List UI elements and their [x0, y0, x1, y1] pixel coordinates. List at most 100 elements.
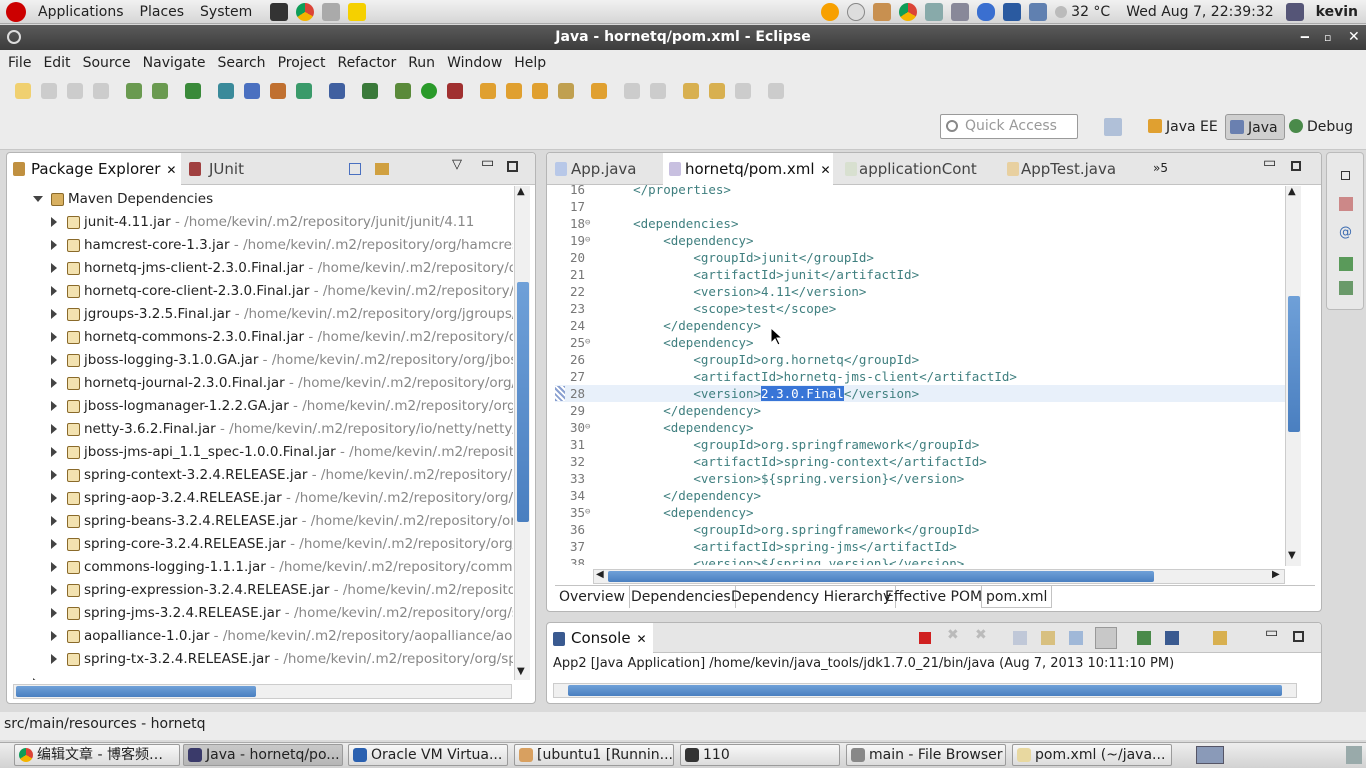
code-line[interactable]: 26 <groupId>org.hornetq</groupId> [555, 351, 1285, 368]
perspective-debug[interactable]: Debug [1285, 114, 1359, 140]
code-line[interactable]: 33 <version>${spring.version}</version> [555, 470, 1285, 487]
tree-item-jar[interactable]: hornetq-jms-client-2.3.0.Final.jar - /ho… [51, 257, 513, 280]
tree-item-jar[interactable]: jboss-logmanager-1.2.2.GA.jar - /home/ke… [51, 395, 513, 418]
task-eclipse[interactable]: Java - hornetq/po... [183, 744, 343, 766]
task-file-browser[interactable]: main - File Browser [846, 744, 1006, 766]
terminate-icon[interactable] [919, 632, 931, 644]
minimize-view-icon[interactable]: ▭ [481, 155, 494, 171]
window-titlebar[interactable]: Java - hornetq/pom.xml - Eclipse ‒ ▫ ✕ [0, 25, 1366, 50]
tree-item-jar[interactable]: hornetq-core-client-2.3.0.Final.jar - /h… [51, 280, 513, 303]
tree-root-maven-dependencies[interactable]: Maven Dependencies [33, 188, 213, 211]
system-menu[interactable]: System [192, 0, 260, 24]
last-edit-icon[interactable] [683, 83, 699, 99]
import-icon[interactable] [126, 83, 142, 99]
code-line[interactable]: 18 ⊖ <dependencies> [555, 215, 1285, 232]
editor-hscroll-thumb[interactable] [608, 571, 1154, 582]
collapsed-arrow-icon[interactable] [51, 516, 57, 526]
battery-icon[interactable] [1029, 2, 1048, 21]
view-menu-icon[interactable]: ▽ [452, 157, 462, 172]
code-line[interactable]: 32 <artifactId>spring-context</artifactI… [555, 453, 1285, 470]
maximize-console-icon[interactable] [1293, 631, 1304, 642]
tree-item-jar[interactable]: commons-logging-1.1.1.jar - /home/kevin/… [51, 556, 513, 579]
fold-toggle-icon[interactable]: ⊖ [585, 232, 590, 249]
perspective-java-ee[interactable]: Java EE [1144, 114, 1224, 140]
minimize-console-icon[interactable]: ▭ [1265, 625, 1278, 641]
export-icon[interactable] [152, 83, 168, 99]
more-tabs-button[interactable]: »5 [1153, 161, 1168, 175]
bluetooth-icon[interactable] [977, 2, 996, 21]
quick-access-input[interactable]: Quick Access [940, 114, 1078, 139]
tree-item-jar[interactable]: aopalliance-1.0.jar - /home/kevin/.m2/re… [51, 625, 513, 648]
scroll-up-arrow[interactable]: ▲ [1288, 186, 1296, 197]
explorer-vscroll-thumb[interactable] [517, 282, 529, 522]
user-name[interactable]: kevin [1308, 0, 1366, 24]
tree-item-jar[interactable]: spring-beans-3.2.4.RELEASE.jar - /home/k… [51, 510, 513, 533]
mail-launcher-icon[interactable] [322, 2, 341, 21]
scroll-left-arrow[interactable]: ◀ [596, 569, 604, 580]
code-line[interactable]: 31 <groupId>org.springframework</groupId… [555, 436, 1285, 453]
restore-side-icon[interactable] [1341, 171, 1350, 180]
code-line[interactable]: 29 </dependency> [555, 402, 1285, 419]
menu-navigate[interactable]: Navigate [137, 50, 212, 76]
external-tools-icon[interactable] [447, 83, 463, 99]
tab-pom-xml[interactable]: hornetq/pom.xml ✕ [663, 153, 833, 185]
subtab-dependency-hierarchy[interactable]: Dependency Hierarchy [727, 586, 897, 608]
collapsed-arrow-icon[interactable] [51, 401, 57, 411]
pin-console-icon[interactable] [1095, 627, 1117, 649]
task-ubuntu-vm[interactable]: [ubuntu1 [Runnin... [514, 744, 674, 766]
tree-item-jar[interactable]: spring-core-3.2.4.RELEASE.jar - /home/ke… [51, 533, 513, 556]
scroll-down-arrow[interactable]: ▼ [1288, 550, 1296, 561]
tree-item-jar[interactable]: hornetq-commons-2.3.0.Final.jar - /home/… [51, 326, 513, 349]
subtab-effective-pom[interactable]: Effective POM [881, 586, 988, 608]
collapsed-arrow-icon[interactable] [51, 263, 57, 273]
run-icon[interactable] [421, 83, 437, 99]
tab-junit[interactable]: JUnit [185, 153, 244, 185]
collapsed-arrow-icon[interactable] [51, 585, 57, 595]
console-output[interactable]: App2 [Java Application] /home/kevin/java… [553, 656, 1174, 671]
maximize-view-icon[interactable] [507, 161, 518, 172]
task-gedit[interactable]: pom.xml (~/java... [1012, 744, 1172, 766]
back-icon[interactable] [709, 83, 725, 99]
code-line[interactable]: 38 <version>${spring.version}</version> [555, 555, 1285, 565]
close-tab-icon[interactable]: ✕ [821, 163, 831, 177]
save-icon[interactable] [41, 83, 57, 99]
subtab-overview[interactable]: Overview [555, 586, 630, 608]
update-icon[interactable] [873, 2, 892, 21]
tree-item-jar[interactable]: spring-expression-3.2.4.RELEASE.jar - /h… [51, 579, 513, 602]
code-line[interactable]: 22 <version>4.11</version> [555, 283, 1285, 300]
subtab-dependencies[interactable]: Dependencies [627, 586, 736, 608]
open-perspective-icon[interactable] [1104, 118, 1122, 136]
code-line[interactable]: 25 ⊖ <dependency> [555, 334, 1285, 351]
new-class-icon[interactable] [532, 83, 548, 99]
code-line[interactable]: 23 <scope>test</scope> [555, 300, 1285, 317]
new-package-icon[interactable] [506, 83, 522, 99]
tree-item-jar[interactable]: hamcrest-core-1.3.jar - /home/kevin/.m2/… [51, 234, 513, 257]
trash-icon[interactable] [1346, 746, 1362, 764]
tab-application-context[interactable]: applicationCont [841, 153, 987, 185]
console-hscroll-thumb[interactable] [568, 685, 1282, 696]
tasks-icon[interactable] [185, 83, 201, 99]
network-icon[interactable] [925, 2, 944, 21]
code-line[interactable]: 35 ⊖ <dependency> [555, 504, 1285, 521]
forward-icon[interactable] [735, 83, 751, 99]
collapsed-arrow-icon[interactable] [51, 355, 57, 365]
collapsed-arrow-icon[interactable] [51, 378, 57, 388]
tree-item-jar[interactable]: hornetq-journal-2.3.0.Final.jar - /home/… [51, 372, 513, 395]
clear-console-icon[interactable] [1013, 631, 1027, 645]
save-all-icon[interactable] [67, 83, 83, 99]
code-line[interactable]: 28 <version>2.3.0.Final</version> [555, 385, 1285, 402]
display-console-icon[interactable] [1165, 631, 1179, 645]
console-horizontal-scrollbar[interactable] [553, 683, 1297, 698]
servers-icon[interactable] [1339, 281, 1353, 295]
code-line[interactable]: 34 </dependency> [555, 487, 1285, 504]
next-annotation-icon[interactable] [624, 83, 640, 99]
explorer-vertical-scrollbar[interactable]: ▲ ▼ [514, 186, 530, 680]
code-line[interactable]: 19 ⊖ <dependency> [555, 232, 1285, 249]
editor-horizontal-scrollbar[interactable]: ◀ ▶ [593, 569, 1285, 584]
menu-refactor[interactable]: Refactor [331, 50, 402, 76]
refresh-icon[interactable] [296, 83, 312, 99]
menu-window[interactable]: Window [441, 50, 508, 76]
link-editor-icon[interactable] [375, 163, 389, 175]
minimize-editor-icon[interactable]: ▭ [1263, 155, 1276, 171]
menu-search[interactable]: Search [211, 50, 271, 76]
